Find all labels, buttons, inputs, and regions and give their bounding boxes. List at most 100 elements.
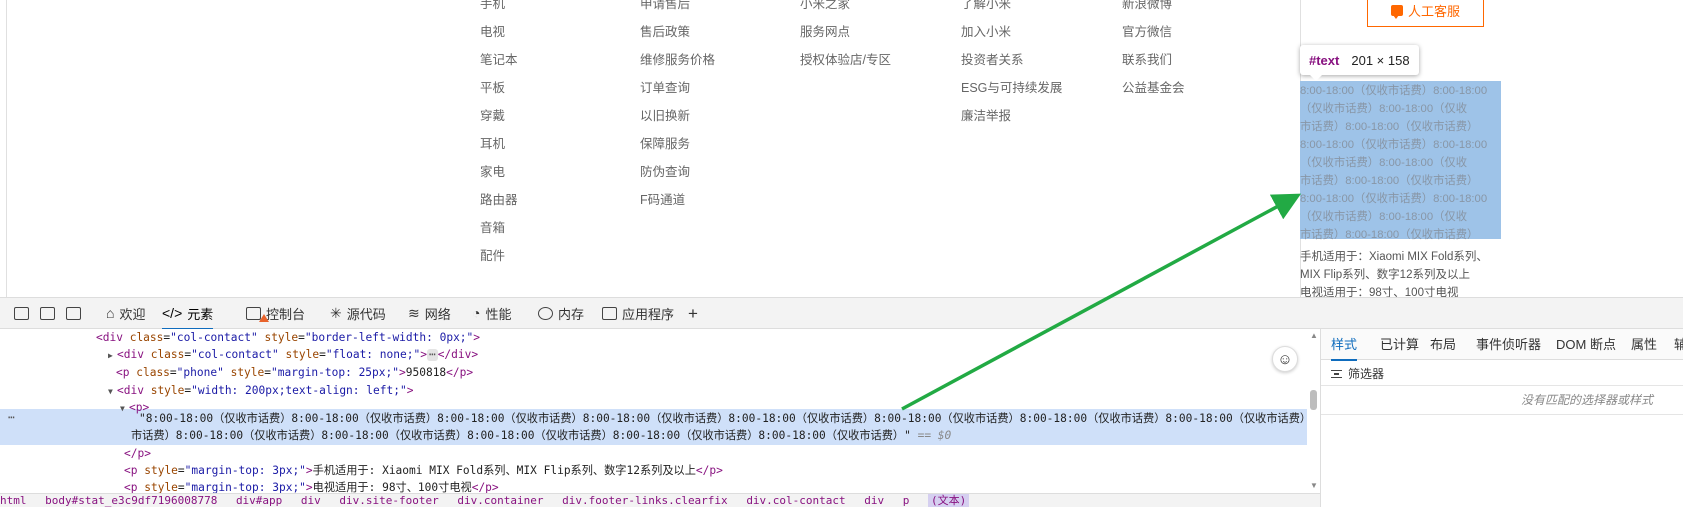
tab-application[interactable]: 应用程序 bbox=[602, 298, 674, 329]
footer-link[interactable]: 笔记本 bbox=[480, 46, 518, 74]
footer-link[interactable]: 穿戴 bbox=[480, 102, 518, 130]
devtools-toolbar: ⌂ 欢迎 </> 元素 控制台 ✳ 源代码 ≋ 网络 ◔ 性能 内存 应用程序 + bbox=[0, 297, 1683, 330]
attr-value: "border-left-width: 0px;" bbox=[304, 331, 474, 344]
live-support-button[interactable]: 人工客服 bbox=[1367, 0, 1484, 27]
tab-more[interactable]: 辅 bbox=[1674, 329, 1683, 360]
tab-properties[interactable]: 属性 bbox=[1631, 329, 1657, 360]
footer-link[interactable]: 耳机 bbox=[480, 130, 518, 158]
footer-link[interactable]: F码通道 bbox=[640, 186, 715, 214]
footer-link[interactable]: 电视 bbox=[480, 18, 518, 46]
tab-styles[interactable]: 样式 bbox=[1331, 329, 1358, 361]
collapse-triangle-icon[interactable]: ▼ bbox=[108, 383, 117, 401]
breadcrumb-item[interactable]: html bbox=[0, 494, 27, 507]
footer-link[interactable]: 维修服务价格 bbox=[640, 46, 715, 74]
tab-network[interactable]: ≋ 网络 bbox=[408, 298, 451, 329]
dom-scrollbar[interactable]: ▲ ▼ bbox=[1307, 329, 1320, 493]
hours-line: （仅收市话费）8:00-18:00（仅收 bbox=[1300, 211, 1467, 223]
collapsed-content-button[interactable]: ⋯ bbox=[426, 349, 438, 361]
footer-link[interactable]: 授权体验店/专区 bbox=[800, 46, 891, 74]
breadcrumb-item[interactable]: div.container bbox=[457, 494, 543, 507]
breadcrumb-current[interactable]: (文本) bbox=[928, 494, 970, 507]
footer-link[interactable]: 家电 bbox=[480, 158, 518, 186]
scroll-down-icon[interactable]: ▼ bbox=[1310, 481, 1318, 490]
device-icon bbox=[40, 307, 55, 320]
tab-elements[interactable]: </> 元素 bbox=[162, 298, 214, 330]
tooltip-node-size: 201 × 158 bbox=[1351, 52, 1410, 68]
breadcrumb-item[interactable]: div bbox=[864, 494, 884, 507]
node-actions-button[interactable]: ⋯ bbox=[8, 409, 15, 427]
attr-value: "margin-top: 25px;" bbox=[271, 366, 399, 379]
dom-node-line[interactable]: ▼ <div style="width: 200px;text-align: le… bbox=[108, 382, 413, 400]
more-tabs-button[interactable]: + bbox=[688, 298, 698, 329]
dom-node-line[interactable]: <p class="phone" style="margin-top: 25px… bbox=[116, 364, 473, 382]
collapse-triangle-icon[interactable]: ▼ bbox=[120, 400, 129, 418]
accessibility-icon[interactable]: ☺ bbox=[1272, 346, 1298, 372]
dom-node-line[interactable]: </p> bbox=[124, 445, 151, 463]
expand-triangle-icon[interactable]: ▶ bbox=[108, 347, 117, 365]
wifi-icon: ≋ bbox=[408, 305, 420, 321]
dock-side-button[interactable] bbox=[66, 298, 81, 329]
footer-link[interactable]: 公益基金会 bbox=[1122, 74, 1185, 102]
node-text: 手机适用于: Xiaomi MIX Fold系列、MIX Flip系列、数字12… bbox=[312, 464, 696, 477]
styles-filter[interactable]: 筛选器 bbox=[1331, 363, 1384, 385]
footer-link[interactable]: 配件 bbox=[480, 242, 518, 270]
footer-link[interactable]: 防伪查询 bbox=[640, 158, 715, 186]
selected-text-node[interactable]: "8:00-18:00（仅收市话费）8:00-18:00（仅收市话费）8:00-… bbox=[139, 410, 1320, 428]
footer-link[interactable]: 以旧换新 bbox=[640, 102, 715, 130]
breadcrumb-item[interactable]: div.footer-links.clearfix bbox=[562, 494, 728, 507]
device-toggle-button[interactable] bbox=[14, 298, 29, 329]
tab-dom-breakpoints[interactable]: DOM 断点 bbox=[1556, 329, 1616, 360]
footer-link[interactable]: 售后政策 bbox=[640, 18, 715, 46]
footer-link[interactable]: 平板 bbox=[480, 74, 518, 102]
footer-link[interactable]: 投资者关系 bbox=[961, 46, 1062, 74]
tab-memory[interactable]: 内存 bbox=[538, 298, 584, 329]
footer-link[interactable]: 路由器 bbox=[480, 186, 518, 214]
dom-node-line[interactable]: <div class="col-contact" style="border-l… bbox=[96, 329, 480, 347]
dom-node-line[interactable]: <p style="margin-top: 3px;">手机适用于: Xiaom… bbox=[124, 462, 723, 480]
tab-console[interactable]: 控制台 bbox=[246, 298, 305, 329]
footer-link[interactable]: 廉洁举报 bbox=[961, 102, 1062, 130]
breadcrumb-item[interactable]: body#stat_e3c9df7196008778 bbox=[45, 494, 217, 507]
tab-sources[interactable]: ✳ 源代码 bbox=[330, 298, 386, 329]
footer-link[interactable]: 新浪微博 bbox=[1122, 0, 1185, 18]
footer-link[interactable]: 了解小米 bbox=[961, 0, 1062, 18]
tab-welcome[interactable]: ⌂ 欢迎 bbox=[106, 298, 145, 329]
breadcrumb-item[interactable]: div bbox=[301, 494, 321, 507]
footer-link[interactable]: 联系我们 bbox=[1122, 46, 1185, 74]
scroll-up-icon[interactable]: ▲ bbox=[1310, 331, 1318, 340]
node-text: 市话费）8:00-18:00（仅收市话费）8:00-18:00（仅收市话费）8:… bbox=[131, 429, 911, 442]
footer-link[interactable]: 保障服务 bbox=[640, 130, 715, 158]
scrollbar-thumb[interactable] bbox=[1310, 390, 1317, 410]
dom-node-line[interactable]: <p style="margin-top: 3px;">电视适用于: 98寸、1… bbox=[124, 479, 499, 493]
footer-link[interactable]: 加入小米 bbox=[961, 18, 1062, 46]
divider bbox=[1321, 385, 1683, 386]
footer-link[interactable]: 手机 bbox=[480, 0, 518, 18]
tab-layout[interactable]: 布局 bbox=[1430, 329, 1456, 360]
selected-text-node-cont[interactable]: 市话费）8:00-18:00（仅收市话费）8:00-18:00（仅收市话费）8:… bbox=[131, 427, 951, 445]
hours-line: 8:00-18:00（仅收市话费）8:00-18:00 bbox=[1300, 85, 1488, 97]
footer-link[interactable]: 申请售后 bbox=[640, 0, 715, 18]
tag-open: <p bbox=[124, 464, 138, 477]
footer-link[interactable]: ESG与可持续发展 bbox=[961, 74, 1062, 102]
plus-icon: + bbox=[688, 303, 698, 323]
tag-end: > bbox=[305, 464, 313, 477]
tag-close: </p> bbox=[124, 447, 151, 460]
breadcrumb-item[interactable]: div#app bbox=[236, 494, 282, 507]
device-emulation-button[interactable] bbox=[40, 298, 55, 329]
footer-link[interactable]: 音箱 bbox=[480, 214, 518, 242]
hours-line: 8:00-18:00（仅收市话费）8:00-18:00 bbox=[1300, 193, 1488, 205]
tab-event-listeners[interactable]: 事件侦听器 bbox=[1476, 329, 1541, 360]
tab-performance[interactable]: ◔ 性能 bbox=[472, 298, 511, 329]
footer-link[interactable]: 服务网点 bbox=[800, 18, 891, 46]
breadcrumb-item[interactable]: p bbox=[903, 494, 910, 507]
tab-computed[interactable]: 已计算 bbox=[1380, 329, 1419, 360]
footer-link[interactable]: 官方微信 bbox=[1122, 18, 1185, 46]
breadcrumb-item[interactable]: div.col-contact bbox=[746, 494, 845, 507]
footer-link[interactable]: 小米之家 bbox=[800, 0, 891, 18]
hours-line: 市话费）8:00-18:00（仅收市话费） bbox=[1300, 121, 1479, 133]
breadcrumb-item[interactable]: div.site-footer bbox=[339, 494, 438, 507]
console-ref: == $0 bbox=[917, 429, 952, 442]
tab-network-label: 网络 bbox=[424, 307, 451, 322]
footer-link[interactable]: 订单查询 bbox=[640, 74, 715, 102]
dom-node-line[interactable]: ▶ <div class="col-contact" style="float: … bbox=[108, 346, 478, 364]
